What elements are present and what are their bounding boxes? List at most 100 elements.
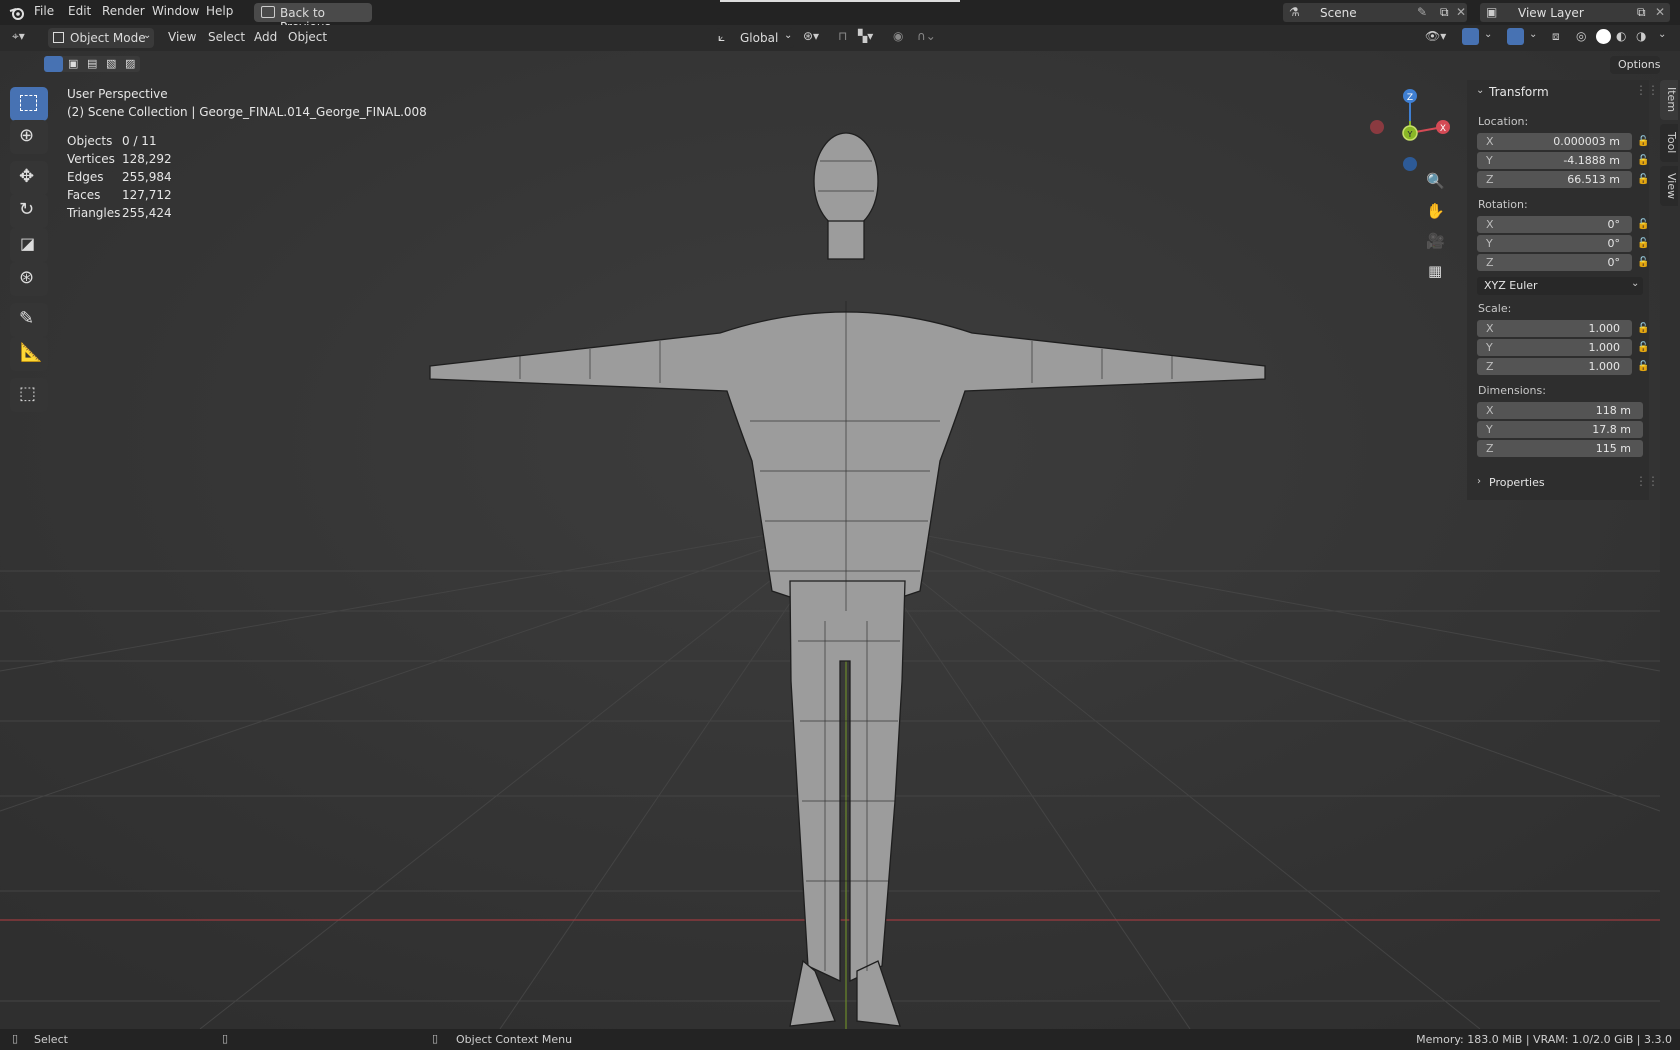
snap-target-icon[interactable]: ▚▾ [858,29,873,43]
lock-icon[interactable]: 🔓 [1637,342,1650,353]
drag-handle-icon[interactable]: ⋮⋮ [1635,83,1659,97]
add-cube-tool[interactable]: ⬚ [10,378,48,412]
rotation-z-field[interactable]: Z 0° [1477,254,1632,271]
scale-z-field[interactable]: Z 1.000 [1477,358,1632,375]
new-scene-icon[interactable]: ⧉ [1440,5,1449,20]
menu-help[interactable]: Help [206,4,233,18]
axis-label: Z [1486,360,1494,373]
menu-add[interactable]: Add [254,30,277,44]
pin-icon[interactable]: ✎ [1417,5,1427,19]
cursor-tool[interactable]: ⊕ [10,120,48,154]
set-selection-icon[interactable] [44,56,63,72]
rendered-shading-icon[interactable]: ◑ [1636,29,1646,43]
tab-item[interactable]: Item [1660,80,1678,120]
chevron-down-icon[interactable]: ⌄ [1529,29,1537,40]
material-shading-icon[interactable]: ◐ [1616,29,1626,43]
stat-triangles-value: 255,424 [122,206,172,220]
scale-x-field[interactable]: X 1.000 [1477,320,1632,337]
lock-icon[interactable]: 🔓 [1637,174,1650,185]
stat-vertices-label: Vertices [67,152,115,166]
lock-icon[interactable]: 🔓 [1637,238,1650,249]
menu-select[interactable]: Select [208,30,245,44]
wireframe-shading-icon[interactable]: ◎ [1576,29,1586,43]
tab-tool[interactable]: Tool [1660,124,1678,162]
mode-selector[interactable]: Object Mode ⌄ [48,28,154,48]
measure-tool[interactable]: 📐 [10,337,48,371]
scale-tool[interactable]: ◪ [10,228,48,262]
menu-edit[interactable]: Edit [68,4,91,18]
top-menubar: File Edit Render Window Help Back to Pre… [0,0,1680,34]
delete-view-layer-icon[interactable]: ✕ [1655,5,1665,19]
select-box-tool[interactable] [10,87,48,121]
transform-tool[interactable]: ⊛ [10,262,48,296]
xray-icon[interactable]: ⧈ [1552,29,1560,44]
proportional-edit-icon[interactable]: ◉ [893,29,903,43]
perspective-grid-icon[interactable]: ▦ [1428,262,1442,280]
pan-hand-icon[interactable]: ✋ [1426,202,1445,220]
overlay-toggle-icon[interactable] [1507,28,1524,45]
rotation-y-field[interactable]: Y 0° [1477,235,1632,252]
view-layer-selector[interactable]: ▣ View Layer ⧉ ✕ [1480,3,1670,22]
transform-panel-title[interactable]: Transform [1489,85,1549,99]
camera-icon[interactable]: 🎥 [1426,232,1445,250]
extend-selection-icon[interactable]: ▣ [68,57,78,70]
location-z-field[interactable]: Z 66.513 m [1477,171,1632,188]
scale-icon: ◪ [20,234,36,253]
chevron-right-icon[interactable]: › [1477,476,1481,487]
new-view-layer-icon[interactable]: ⧉ [1637,5,1646,20]
gizmo-neg-z-axis[interactable] [1403,157,1417,171]
lock-icon[interactable]: 🔓 [1637,219,1650,230]
dimensions-x-field[interactable]: X 118 m [1477,402,1643,419]
menu-view[interactable]: View [168,30,196,44]
zoom-icon[interactable]: 🔍 [1426,172,1445,190]
stat-vertices-value: 128,292 [122,152,172,166]
lock-icon[interactable]: 🔓 [1637,323,1650,334]
solid-shading-icon[interactable] [1596,29,1611,44]
lock-icon[interactable]: 🔓 [1637,361,1650,372]
back-to-previous-button[interactable]: Back to Previous [254,3,372,34]
rotation-mode-dropdown[interactable]: XYZ Euler ⌄ [1477,277,1643,295]
options-button[interactable]: Options [1610,56,1660,74]
lock-icon[interactable]: 🔓 [1637,257,1650,268]
tab-view[interactable]: View [1660,166,1678,206]
measure-icon: 📐 [20,342,43,363]
location-y-field[interactable]: Y -4.1888 m [1477,152,1632,169]
rotate-tool[interactable]: ↻ [10,194,48,228]
chevron-down-icon[interactable]: ⌄ [1476,85,1484,96]
lock-icon[interactable]: 🔓 [1637,155,1650,166]
intersect-selection-icon[interactable]: ▨ [125,57,135,70]
annotate-tool[interactable]: ✎ [10,303,48,337]
field-value: 66.513 m [1567,173,1620,186]
invert-selection-icon[interactable]: ▧ [106,57,116,70]
3d-viewport[interactable]: ⊕ ✥ ↻ ◪ ⊛ ✎ 📐 ⬚ ▣ ▤ ▧ ▨ Options User Per… [0,51,1660,1029]
navigation-gizmo[interactable]: Z Y X [1360,81,1460,171]
falloff-icon[interactable]: ∩⌄ [917,29,936,43]
snap-icon[interactable]: ⊓ [838,29,847,43]
editor-type-icon[interactable]: ⌖▾ [12,29,25,44]
chevron-down-icon[interactable]: ⌄ [1484,29,1492,40]
blender-logo-icon[interactable] [9,5,25,20]
scale-y-field[interactable]: Y 1.000 [1477,339,1632,356]
lock-icon[interactable]: 🔓 [1637,136,1650,147]
properties-panel-title[interactable]: Properties [1489,476,1545,489]
delete-scene-icon[interactable]: ✕ [1456,5,1466,19]
chevron-down-icon[interactable]: ⌄ [1658,29,1666,40]
menu-object[interactable]: Object [288,30,327,44]
visibility-icon[interactable]: 👁▾ [1425,29,1446,43]
drag-handle-icon[interactable]: ⋮⋮ [1635,474,1659,488]
menu-window[interactable]: Window [152,4,199,18]
transform-orientation-selector[interactable]: ⟀ Global ⌄ [716,28,794,48]
menu-file[interactable]: File [34,4,54,18]
pivot-icon[interactable]: ⊛▾ [803,29,819,43]
gizmo-toggle-icon[interactable] [1462,28,1479,45]
rotation-x-field[interactable]: X 0° [1477,216,1632,233]
scene-selector[interactable]: ⚗ Scene ✎ ⧉ ✕ [1283,3,1467,22]
menu-render[interactable]: Render [102,4,145,18]
gizmo-neg-x-axis[interactable] [1370,120,1384,134]
dimensions-y-field[interactable]: Y 17.8 m [1477,421,1643,438]
move-tool[interactable]: ✥ [10,161,48,195]
subtract-selection-icon[interactable]: ▤ [87,57,97,70]
dimensions-z-field[interactable]: Z 115 m [1477,440,1643,457]
location-x-field[interactable]: X 0.000003 m [1477,133,1632,150]
character-mesh[interactable] [420,121,1280,1031]
